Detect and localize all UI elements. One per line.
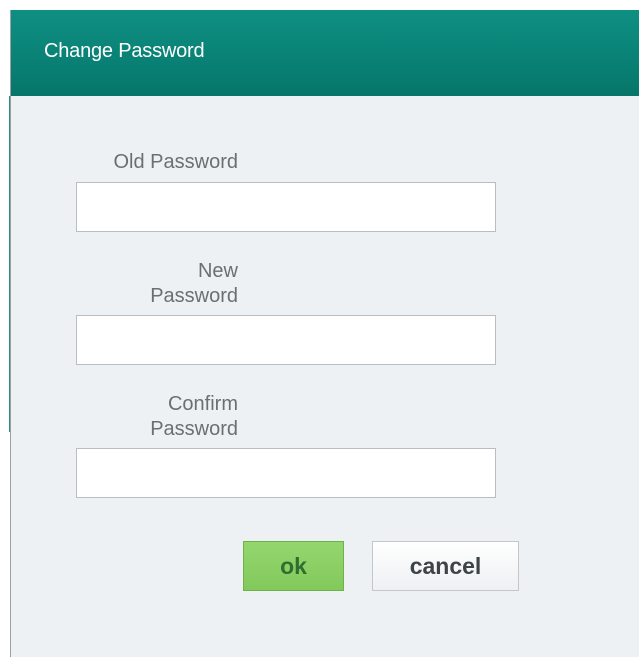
background-window-edge <box>0 0 10 432</box>
confirm-password-label-line2: Password <box>150 418 238 440</box>
old-password-label: Old Password <box>68 150 239 175</box>
confirm-password-field[interactable] <box>76 448 496 498</box>
confirm-password-label-line1: Confirm <box>167 393 238 415</box>
old-password-field[interactable] <box>76 182 496 232</box>
old-password-label-text: Old Password <box>113 151 239 173</box>
dialog-title: Change Password <box>44 40 205 62</box>
new-password-label: New Password <box>68 259 238 309</box>
cancel-button[interactable]: cancel <box>372 541 519 591</box>
new-password-field[interactable] <box>76 315 496 365</box>
new-password-label-line2: Password <box>150 285 238 307</box>
ok-button[interactable]: ok <box>243 541 344 591</box>
dialog-titlebar[interactable]: Change Password <box>11 10 639 96</box>
new-password-label-line1: New <box>197 260 238 282</box>
confirm-password-label: Confirm Password <box>68 392 238 442</box>
change-password-dialog: Change Password Old Password New Passwor… <box>10 10 639 657</box>
